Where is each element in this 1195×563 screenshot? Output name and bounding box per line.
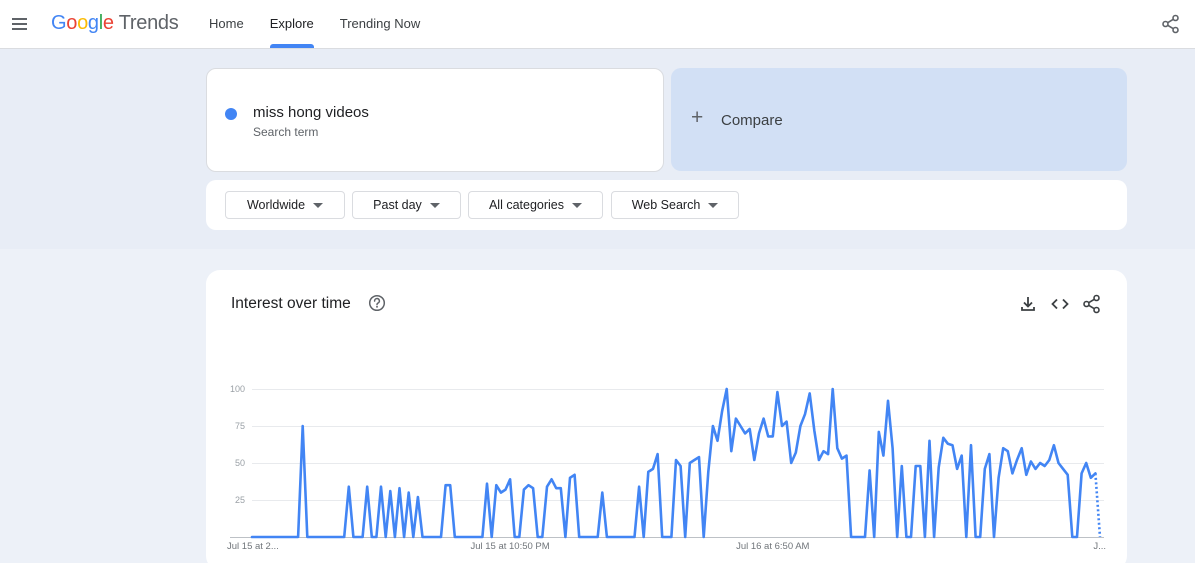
- y-tick-label: 75: [235, 421, 245, 431]
- share-icon[interactable]: [1161, 14, 1181, 34]
- compare-button[interactable]: + Compare: [671, 68, 1127, 171]
- google-trends-logo[interactable]: Google Trends: [51, 12, 179, 35]
- series-color-dot: [225, 108, 237, 120]
- series-partial-segment: [1094, 473, 1102, 538]
- interest-line-chart: 25 50 75 100 Jul 15 at 2... Jul 15 at 10:50 …: [227, 384, 1106, 552]
- top-app-bar: Google Trends Home Explore Trending Now: [0, 0, 1195, 49]
- filter-search-type[interactable]: Web Search: [611, 191, 739, 219]
- caret-down-icon: [313, 202, 324, 208]
- y-tick-label: 25: [235, 495, 245, 505]
- search-term-card[interactable]: miss hong videos Search term: [206, 68, 664, 172]
- y-tick-label: 100: [230, 384, 245, 394]
- filters-bar: Worldwide Past day All categories Web Se…: [206, 180, 1127, 230]
- x-tick-label: J...: [1093, 541, 1106, 552]
- plus-icon: +: [691, 106, 704, 129]
- tab-explore[interactable]: Explore: [257, 0, 327, 48]
- x-tick-label: Jul 15 at 2...: [227, 541, 279, 552]
- tab-trending-now[interactable]: Trending Now: [327, 0, 433, 48]
- search-term-type: Search term: [253, 125, 319, 139]
- filter-time-range[interactable]: Past day: [352, 191, 461, 219]
- compare-label: Compare: [721, 112, 783, 129]
- interest-over-time-card: Interest over time 25 50 75 100 Jul 15 at 2…: [206, 270, 1127, 563]
- y-tick-label: 50: [235, 458, 245, 468]
- caret-down-icon: [708, 202, 719, 208]
- x-tick-label: Jul 16 at 6:50 AM: [736, 541, 809, 552]
- caret-down-icon: [572, 202, 583, 208]
- main-nav: Home Explore Trending Now: [196, 0, 433, 49]
- filter-location[interactable]: Worldwide: [225, 191, 345, 219]
- caret-down-icon: [429, 202, 440, 208]
- hamburger-menu-icon[interactable]: [10, 14, 30, 34]
- filter-category[interactable]: All categories: [468, 191, 603, 219]
- tab-home[interactable]: Home: [196, 0, 257, 48]
- x-tick-label: Jul 15 at 10:50 PM: [470, 541, 549, 552]
- search-term-name[interactable]: miss hong videos: [253, 104, 369, 121]
